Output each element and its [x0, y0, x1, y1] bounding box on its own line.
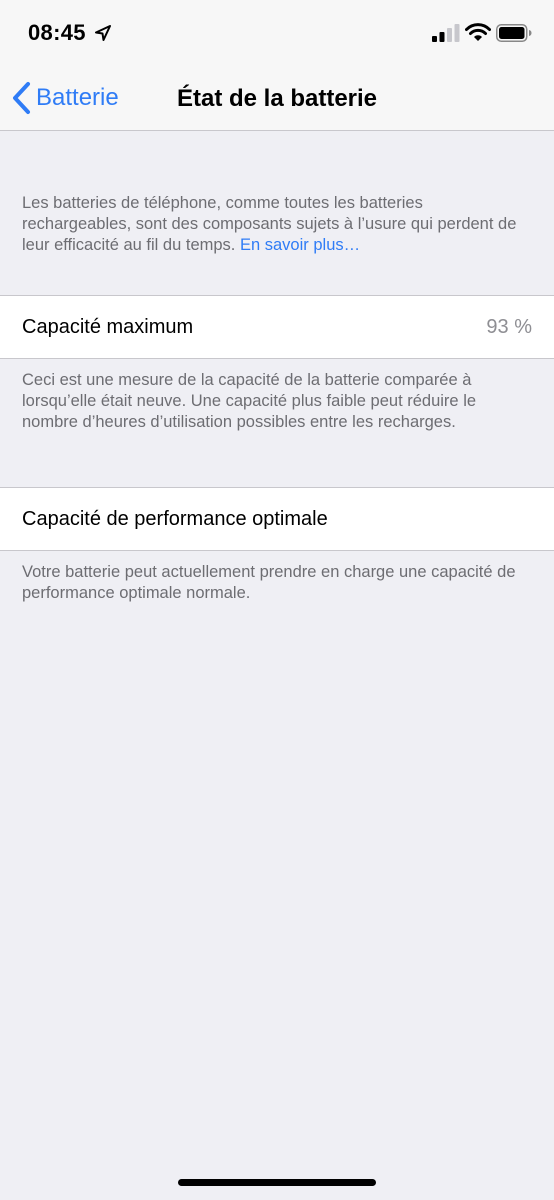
page-title: État de la batterie: [176, 85, 378, 112]
back-button-label: Batterie: [36, 84, 119, 111]
performance-footer: Votre batterie peut actuellement prendre…: [22, 563, 516, 602]
learn-more-link[interactable]: En savoir plus…: [240, 236, 360, 254]
max-capacity-label: Capacité maximum: [22, 316, 194, 338]
performance-capacity-cell: Capacité de performance optimale: [0, 487, 554, 551]
home-indicator[interactable]: [178, 1179, 376, 1186]
max-capacity-footer: Ceci est une mesure de la capacité de la…: [22, 371, 477, 431]
wifi-icon: [465, 23, 491, 41]
cellular-signal-icon: [432, 24, 460, 42]
back-button[interactable]: Batterie: [10, 78, 119, 118]
chevron-left-icon: [13, 82, 30, 114]
max-capacity-value: 93 %: [486, 316, 532, 338]
intro-text: Les batteries de téléphone, comme toutes…: [22, 193, 522, 256]
performance-capacity-label: Capacité de performance optimale: [22, 508, 328, 530]
battery-icon: [496, 24, 532, 42]
location-arrow-icon: [95, 25, 111, 41]
navigation-bar: Batterie État de la batterie: [0, 64, 554, 131]
status-time: 08:45: [28, 20, 86, 45]
max-capacity-cell: Capacité maximum 93 %: [0, 295, 554, 359]
status-bar: 08:45: [0, 0, 554, 64]
